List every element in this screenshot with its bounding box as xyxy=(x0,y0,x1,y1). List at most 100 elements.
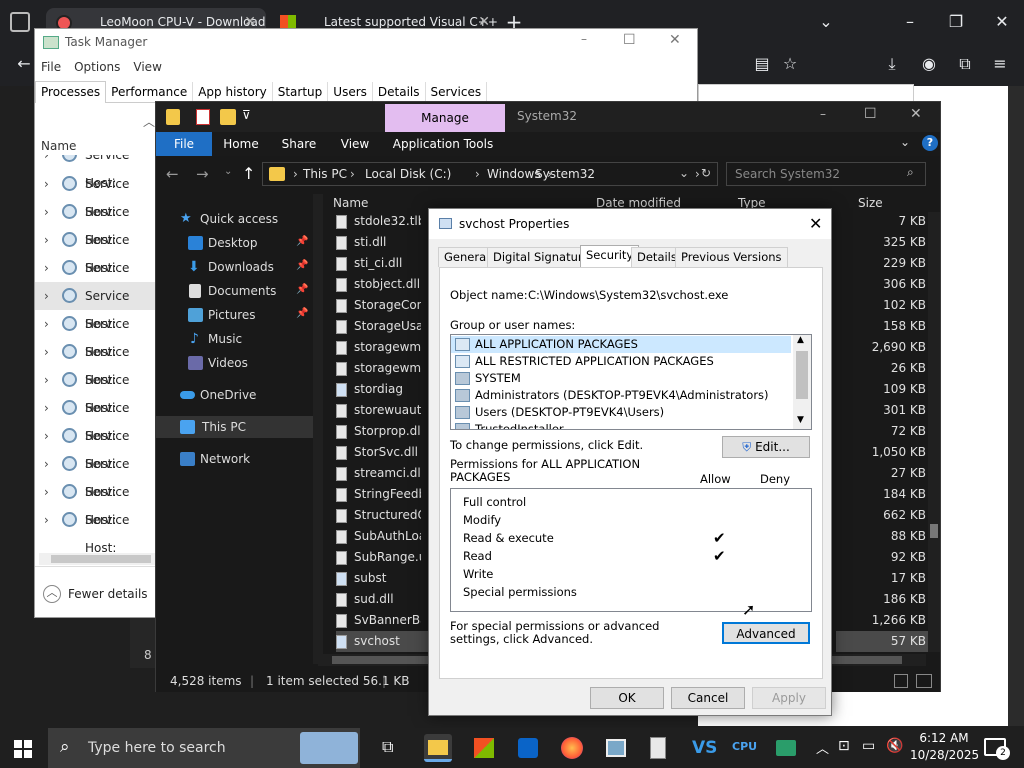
breadcrumb-this-pc[interactable]: This PC xyxy=(303,167,347,181)
apply-button[interactable]: Apply xyxy=(752,687,826,709)
list-item[interactable]: ›Service Host: xyxy=(35,478,155,527)
list-item[interactable]: ›Service Host: xyxy=(35,366,155,415)
table-row[interactable]: sti_ci.dll xyxy=(336,253,421,274)
table-row[interactable]: SubRange.uce xyxy=(336,547,421,568)
advanced-button[interactable]: Advanced xyxy=(722,622,810,644)
app-taskbar-icon[interactable] xyxy=(772,734,800,762)
list-item[interactable]: ›Service Host: xyxy=(35,506,155,555)
table-row[interactable]: sud.dll xyxy=(336,589,421,610)
notifications-icon[interactable]: 2 xyxy=(984,738,1010,760)
fewer-details-button[interactable]: Fewer details xyxy=(68,587,148,601)
extensions-icon[interactable]: ⧉ xyxy=(953,54,977,74)
ok-button[interactable]: OK xyxy=(590,687,664,709)
taskbar-search-box[interactable]: ⌕ Type here to search xyxy=(48,728,360,768)
table-row[interactable]: SubAuthLoade xyxy=(336,526,421,547)
network-icon[interactable]: ▭ xyxy=(862,738,875,754)
visual-studio-taskbar-icon[interactable]: VS xyxy=(688,734,717,762)
menu-view[interactable]: View xyxy=(127,55,168,74)
recent-locations-icon[interactable]: ⌄ xyxy=(224,166,232,177)
cancel-button[interactable]: Cancel xyxy=(671,687,745,709)
clock-date[interactable]: 10/28/2025 xyxy=(910,748,979,762)
table-row[interactable]: stordiag xyxy=(336,379,421,400)
favorite-star-icon[interactable]: ☆ xyxy=(778,54,802,74)
close-icon[interactable]: ✕ xyxy=(669,32,681,48)
expand-ribbon-icon[interactable]: ⌄ xyxy=(900,135,910,149)
maximize-icon[interactable]: ☐ xyxy=(623,32,636,48)
refresh-icon[interactable]: ↻ xyxy=(701,166,711,180)
ribbon-view-tab[interactable]: View xyxy=(332,132,378,156)
list-item[interactable]: ›Service Host: xyxy=(35,338,155,387)
forward-arrow-icon[interactable]: → xyxy=(196,165,209,183)
list-item[interactable]: ›Service Host: xyxy=(35,198,155,247)
quick-access-dropdown-icon[interactable]: ⊽ xyxy=(242,108,251,122)
table-row[interactable]: StructuredQue xyxy=(336,505,421,526)
table-row[interactable]: StorSvc.dll xyxy=(336,442,421,463)
download-icon[interactable]: ⤓ xyxy=(880,54,904,74)
vertical-scrollbar[interactable] xyxy=(928,212,940,652)
details-view-icon[interactable] xyxy=(894,674,908,688)
scroll-up-icon[interactable]: ▲ xyxy=(797,335,804,345)
list-item[interactable]: ›Service Host: xyxy=(35,155,155,190)
properties-icon[interactable] xyxy=(196,109,210,125)
list-item[interactable]: ›Service Host: xyxy=(35,282,155,331)
close-icon[interactable]: ✕ xyxy=(990,12,1014,32)
breadcrumb-local-disk[interactable]: Local Disk (C:) xyxy=(365,167,451,181)
meet-now-icon[interactable]: ⊡ xyxy=(838,738,850,754)
table-row[interactable]: svchost xyxy=(336,631,431,652)
firefox-taskbar-icon[interactable] xyxy=(558,734,586,762)
list-item[interactable]: ›Service Host: xyxy=(35,450,155,499)
breadcrumb-system32[interactable]: System32 xyxy=(535,167,595,181)
table-row[interactable]: Storprop.dll xyxy=(336,421,421,442)
ribbon-share-tab[interactable]: Share xyxy=(274,132,324,156)
breadcrumb-windows[interactable]: Windows xyxy=(487,167,541,181)
collapse-chevron-icon[interactable]: ︿ xyxy=(143,113,155,130)
gallery-taskbar-icon[interactable] xyxy=(602,734,630,762)
column-name-header[interactable]: Name xyxy=(41,139,76,153)
cpu-tool-taskbar-icon[interactable]: CPU xyxy=(730,734,758,762)
tab-actions-icon[interactable] xyxy=(10,12,30,32)
tab-search-icon[interactable]: ⌄ xyxy=(814,12,838,32)
maximize-icon[interactable]: ❐ xyxy=(944,12,968,32)
table-row[interactable]: StorageUsage. xyxy=(336,316,421,337)
ribbon-application-tools-tab[interactable]: Application Tools xyxy=(392,132,494,156)
address-bar[interactable]: › This PC › Local Disk (C:) › Windows › … xyxy=(262,162,718,186)
search-box[interactable]: Search System32 ⌕ xyxy=(726,162,926,186)
table-row[interactable]: stdole32.tlb xyxy=(336,211,421,232)
group-user-list[interactable]: ALL APPLICATION PACKAGES ALL RESTRICTED … xyxy=(450,334,812,430)
ribbon-file-tab[interactable]: File xyxy=(156,132,212,156)
table-row[interactable]: storagewmi.dll xyxy=(336,337,421,358)
menu-options[interactable]: Options xyxy=(68,55,127,74)
file-explorer-taskbar-icon[interactable] xyxy=(424,734,452,762)
table-row[interactable]: streamci.dll xyxy=(336,463,421,484)
vertical-scrollbar[interactable]: ▲ ▼ xyxy=(793,335,811,429)
back-icon[interactable]: ← xyxy=(12,54,36,74)
list-item[interactable]: ›Service Host: xyxy=(35,422,155,471)
list-item[interactable]: ›Service Host: xyxy=(35,310,155,359)
menu-icon[interactable]: ≡ xyxy=(988,54,1012,74)
browser-scrollbar[interactable] xyxy=(1008,86,1024,726)
list-item[interactable]: ›Service Host: xyxy=(35,170,155,219)
minimize-icon[interactable]: – xyxy=(820,107,826,121)
address-dropdown-icon[interactable]: ⌄ xyxy=(679,166,689,180)
horizontal-scrollbar[interactable] xyxy=(39,553,157,565)
column-name-header[interactable]: Name xyxy=(333,196,368,210)
table-row[interactable]: storagewmi_p xyxy=(336,358,421,379)
task-view-icon[interactable]: ⧉ xyxy=(382,737,393,757)
back-arrow-icon[interactable]: ← xyxy=(166,165,179,183)
maximize-icon[interactable]: ☐ xyxy=(864,106,877,122)
search-input[interactable]: Search System32 xyxy=(735,167,840,181)
table-row[interactable]: StringFeedbac xyxy=(336,484,421,505)
table-row[interactable]: SvBannerBack xyxy=(336,610,421,631)
new-folder-icon[interactable] xyxy=(220,109,236,125)
table-row[interactable]: stobject.dll xyxy=(336,274,421,295)
list-item[interactable]: ALL APPLICATION PACKAGES xyxy=(451,336,791,353)
up-arrow-icon[interactable]: ↑ xyxy=(242,164,255,183)
clock-time[interactable]: 6:12 AM xyxy=(914,731,974,745)
close-icon[interactable]: ✕ xyxy=(809,214,822,233)
store-taskbar-icon[interactable] xyxy=(470,734,498,762)
table-row[interactable]: StorageContex xyxy=(336,295,421,316)
chevron-up-icon[interactable]: ︿ xyxy=(43,585,61,603)
tab-processes[interactable]: Processes xyxy=(35,81,107,103)
minimize-icon[interactable]: – xyxy=(581,32,587,46)
document-taskbar-icon[interactable] xyxy=(644,734,672,762)
